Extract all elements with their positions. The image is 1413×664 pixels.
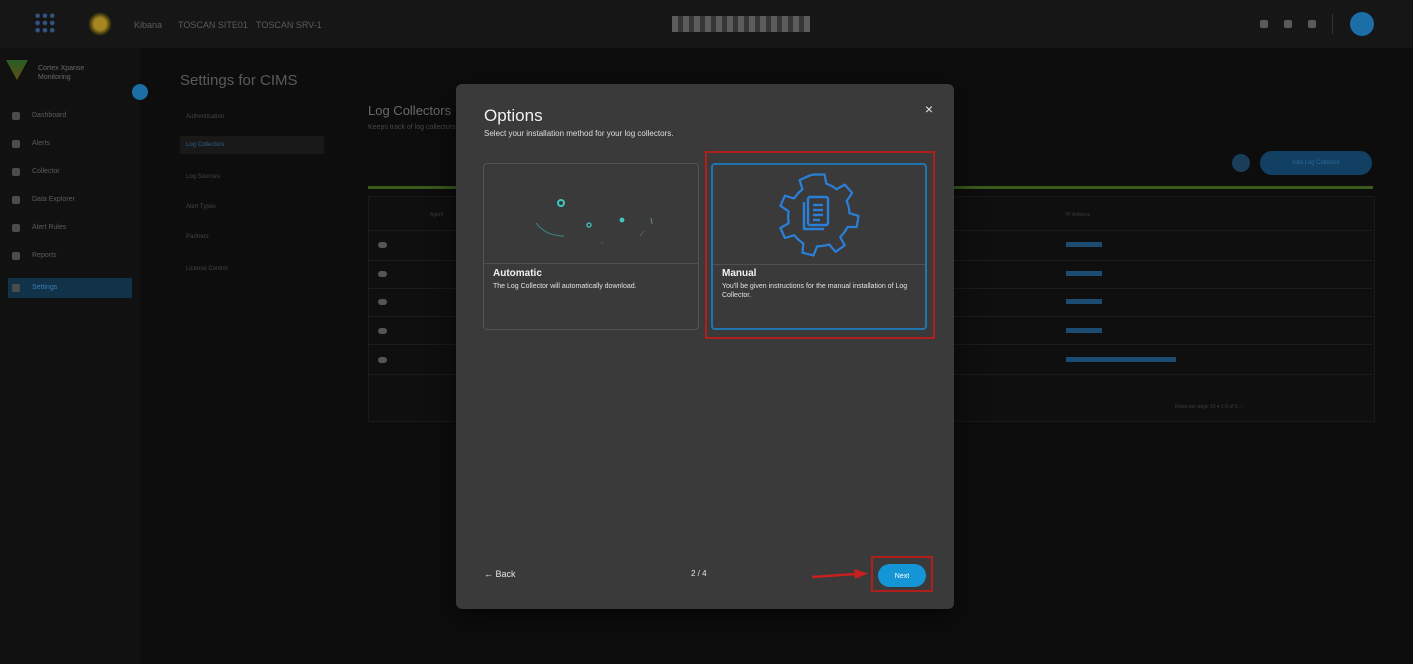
breadcrumb-server[interactable]: TOSCAN SRV-1 (256, 20, 322, 30)
section-title: Log Collectors (368, 103, 452, 118)
settings-nav-alert-types[interactable]: Alert Types (180, 198, 324, 216)
avatar[interactable] (1350, 12, 1374, 36)
next-button[interactable]: Next (878, 564, 926, 587)
back-button[interactable]: ← Back (484, 569, 516, 579)
settings-nav-license[interactable]: License Control (180, 260, 324, 278)
sidebar-collapse-button[interactable] (132, 84, 148, 100)
option-automatic-title: Automatic (493, 268, 542, 279)
app-title-blurred (672, 16, 810, 32)
status-badge (378, 328, 387, 334)
section-subtitle: Keeps track of log collectors (368, 124, 456, 131)
ip-link[interactable] (1066, 271, 1102, 276)
table-header-ip: IP Address (1066, 212, 1091, 218)
breadcrumb-site[interactable]: TOSCAN SITE01 (178, 20, 248, 30)
sidebar-item-dashboard[interactable]: Dashboard (8, 106, 132, 126)
sidebar-item-collector[interactable]: Collector (8, 162, 132, 182)
option-manual-description: You'll be given instructions for the man… (722, 283, 908, 299)
settings-nav-log-sources[interactable]: Log Sources (180, 168, 324, 186)
company-logo-icon (88, 12, 112, 36)
status-badge (378, 357, 387, 363)
table-header-agent: Agent (430, 212, 444, 218)
settings-nav-authentication[interactable]: Authentication (180, 108, 324, 126)
ip-link[interactable] (1066, 242, 1102, 247)
dialog-subtitle: Select your installation method for your… (484, 129, 674, 138)
sidebar-item-alert-rules[interactable]: Alert Rules (8, 218, 132, 238)
option-card-automatic[interactable]: Automatic The Log Collector will automat… (483, 163, 699, 330)
option-manual-title: Manual (722, 268, 757, 279)
status-badge (378, 242, 387, 248)
ip-link[interactable] (1066, 357, 1176, 362)
page-title: Settings for CIMS (180, 72, 298, 89)
bell-icon[interactable] (1284, 20, 1292, 28)
download-animation-icon (535, 199, 653, 244)
settings-icon[interactable] (1260, 20, 1268, 28)
sidebar-item-data-explorer[interactable]: Data Explorer (8, 190, 132, 210)
status-badge (378, 299, 387, 305)
arrow-right-icon (812, 569, 868, 579)
sidebar-item-settings[interactable]: Settings (8, 278, 132, 298)
brand-name: Cortex Xpanse Monitoring (38, 65, 85, 81)
manual-illustration (713, 165, 925, 265)
options-dialog: Options Select your installation method … (456, 84, 954, 609)
table-pagination[interactable]: Rows per page 10 ▾ 1-5 of 5 ‹ › (1175, 404, 1244, 410)
settings-nav-partners[interactable]: Partners (180, 228, 324, 246)
option-card-manual[interactable]: Manual You'll be given instructions for … (711, 163, 927, 330)
add-log-collector-button[interactable]: Add Log Collector (1260, 151, 1372, 175)
automatic-illustration (484, 164, 698, 264)
step-indicator: 2 / 4 (691, 569, 707, 578)
status-badge (378, 271, 387, 277)
ip-link[interactable] (1066, 299, 1102, 304)
top-bar: Kibana TOSCAN SITE01 TOSCAN SRV-1 (0, 0, 1413, 48)
apps-icon[interactable] (1308, 20, 1316, 28)
add-log-collector-label: Add Log Collector (1292, 160, 1340, 166)
option-automatic-description: The Log Collector will automatically dow… (493, 283, 637, 290)
divider (1332, 14, 1333, 34)
app-grid-icon[interactable] (34, 12, 56, 34)
dialog-title: Options (484, 106, 543, 125)
close-icon[interactable]: × (920, 100, 938, 118)
gear-document-icon (779, 173, 860, 257)
settings-nav-log-collectors[interactable]: Log Collectors (180, 136, 324, 154)
sidebar-item-alerts[interactable]: Alerts (8, 134, 132, 154)
ip-link[interactable] (1066, 328, 1102, 333)
sidebar-item-reports[interactable]: Reports (8, 246, 132, 266)
breadcrumb-kibana[interactable]: Kibana (134, 20, 162, 30)
refresh-icon[interactable] (1232, 154, 1250, 172)
